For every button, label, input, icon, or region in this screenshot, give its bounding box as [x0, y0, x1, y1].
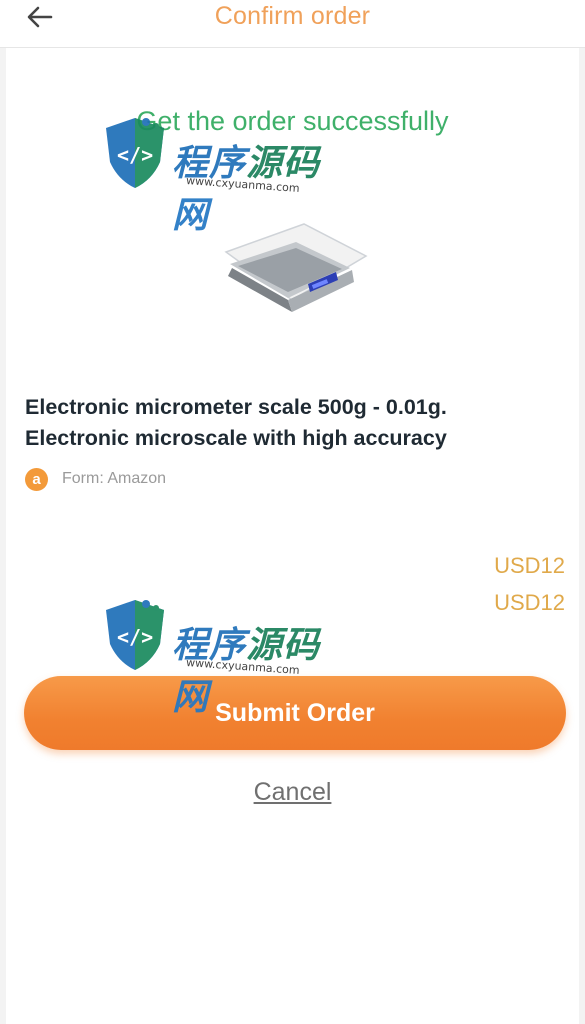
- watermark-char: 网: [172, 195, 210, 236]
- frame-edge-right: [579, 0, 585, 1024]
- watermark: </> 程序源码网 www.cxyuanma.com: [100, 596, 350, 718]
- watermark-char: 网: [172, 677, 210, 718]
- total-value: USD12: [494, 590, 565, 615]
- code-shield-icon: </>: [106, 118, 164, 188]
- watermark-char: 码: [283, 625, 321, 666]
- watermark-char: 码: [283, 143, 321, 184]
- confirm-order-page: Confirm order Get the order successfully…: [0, 0, 585, 1024]
- svg-text:</>: </>: [117, 625, 153, 649]
- svg-text:</>: </>: [117, 143, 153, 167]
- header-bar: Confirm order: [0, 0, 585, 48]
- product-title: Electronic micrometer scale 500g - 0.01g…: [25, 392, 565, 454]
- price-value: USD12: [494, 553, 565, 578]
- code-shield-icon: </>: [106, 600, 164, 670]
- product-title-line-1: Electronic micrometer scale 500g - 0.01g…: [25, 395, 447, 419]
- product-title-line-2: Electronic microscale with high accuracy: [25, 426, 447, 450]
- amazon-icon: a: [25, 467, 48, 491]
- frame-edge-left: [0, 0, 6, 1024]
- cancel-link[interactable]: Cancel: [0, 778, 585, 807]
- source-label: Form: Amazon: [62, 470, 167, 487]
- product-source: a Form: Amazon: [25, 466, 166, 492]
- page-title: Confirm order: [214, 2, 371, 30]
- watermark: </> 程序源码网 www.cxyuanma.com: [100, 114, 350, 236]
